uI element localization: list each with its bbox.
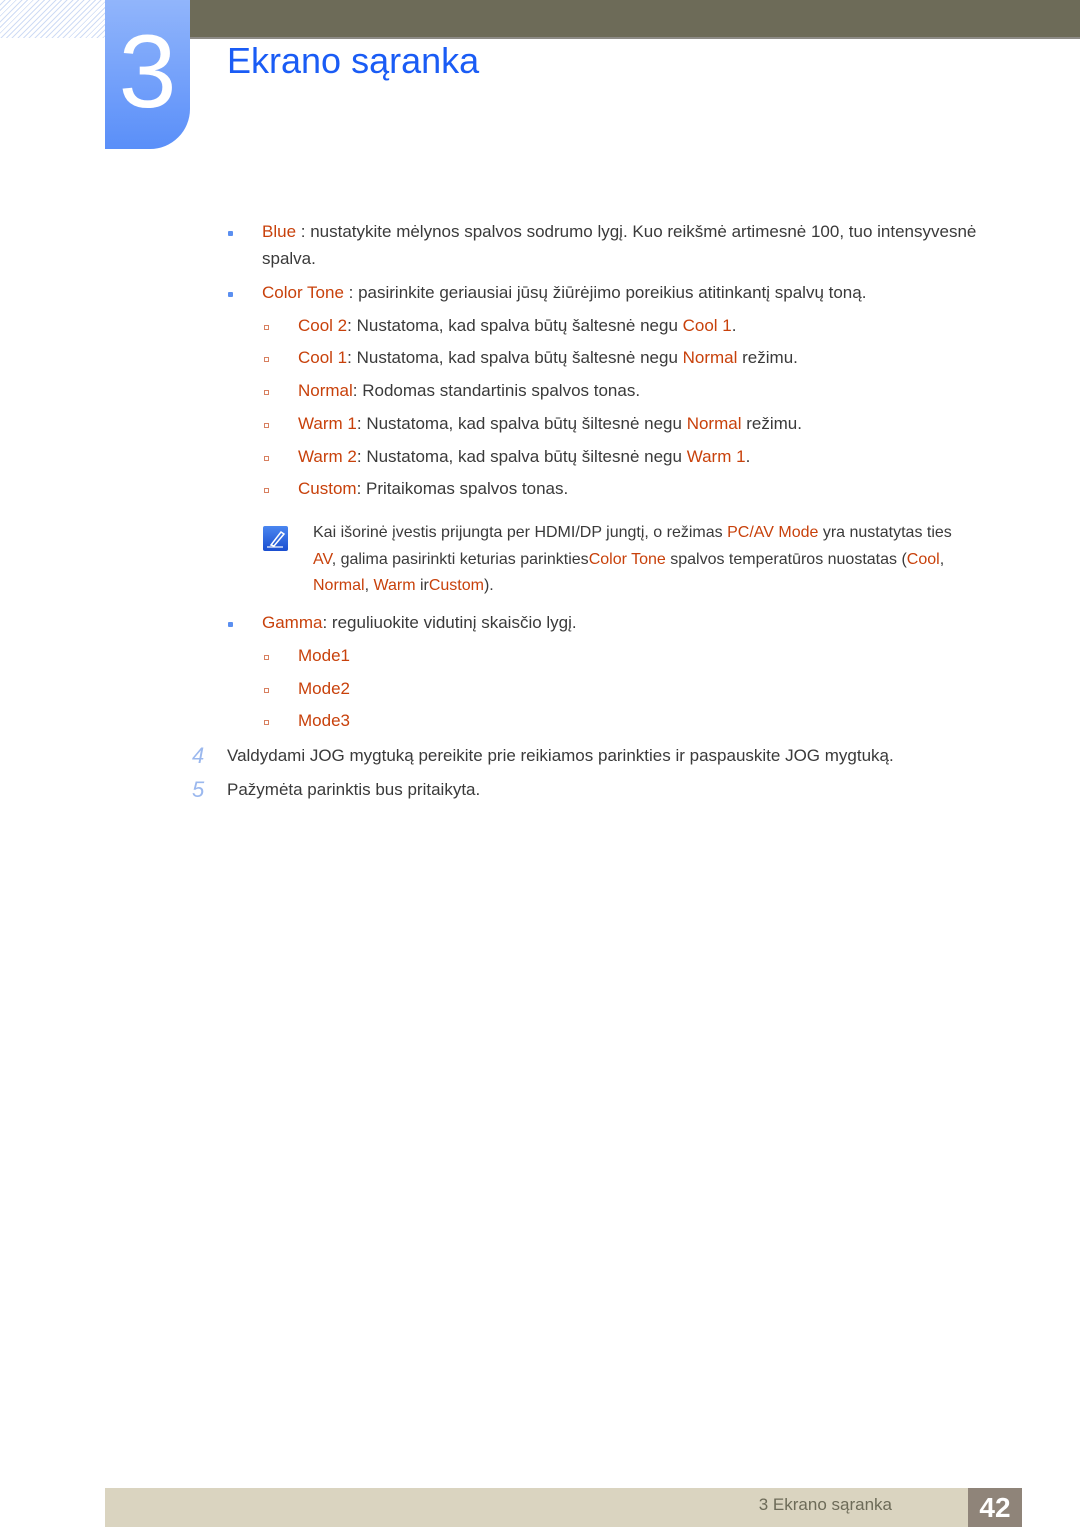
text-segment: ). xyxy=(483,577,494,594)
text-line: Cool 1: Nustatoma, kad spalva būtų šalte… xyxy=(298,348,798,368)
text-segment: : Nustatoma, kad spalva būtų šiltesnė ne… xyxy=(356,414,687,433)
page-title: Ekrano sąranka xyxy=(227,40,480,81)
highlight-term: Color Tone xyxy=(588,551,666,568)
highlight-term: Normal xyxy=(682,348,738,367)
highlight-term: Warm xyxy=(373,577,416,594)
text-segment: spalva. xyxy=(262,249,316,268)
highlight-term: Mode1 xyxy=(298,646,350,665)
highlight-term: Color Tone xyxy=(262,283,344,302)
square-bullet-icon xyxy=(264,357,269,362)
highlight-term: PC/AV Mode xyxy=(727,524,819,541)
text-segment: . xyxy=(745,447,751,466)
highlight-term: Normal xyxy=(313,577,365,594)
square-bullet-icon xyxy=(264,390,269,395)
highlight-term: Blue xyxy=(262,222,297,241)
text-line: Custom: Pritaikomas spalvos tonas. xyxy=(298,479,568,499)
square-bullet-icon xyxy=(264,655,269,660)
text-line: Normal, Warm irCustom). xyxy=(313,577,494,595)
highlight-term: Cool 2 xyxy=(298,316,348,335)
highlight-term: Cool xyxy=(906,551,940,568)
square-bullet-icon xyxy=(264,488,269,493)
text-line: Warm 2: Nustatoma, kad spalva būtų šilte… xyxy=(298,447,750,467)
highlight-term: Cool 1 xyxy=(298,348,348,367)
bullet-icon xyxy=(228,231,233,236)
square-bullet-icon xyxy=(264,688,269,693)
text-segment: : Nustatoma, kad spalva būtų šaltesnė ne… xyxy=(347,348,683,367)
text-line: AV, galima pasirinkti keturias parinktie… xyxy=(313,551,944,569)
highlight-term: Mode2 xyxy=(298,679,350,698)
highlight-term: Custom xyxy=(298,479,357,498)
highlight-term: Warm 1 xyxy=(298,414,357,433)
highlight-term: Gamma xyxy=(262,613,323,632)
text-segment: , xyxy=(939,551,945,568)
text-segment: : Nustatoma, kad spalva būtų šaltesnė ne… xyxy=(347,316,683,335)
text-segment: : Nustatoma, kad spalva būtų šiltesnė ne… xyxy=(356,447,687,466)
highlight-term: AV xyxy=(313,551,332,568)
chapter-number-tab: 3 xyxy=(105,0,190,149)
text-segment: ir xyxy=(415,577,429,594)
highlight-term: Mode3 xyxy=(298,711,350,730)
text-segment: Kai išorinė įvestis prijungta per HDMI/D… xyxy=(313,524,728,541)
footer: 3 Ekrano sąranka 42 xyxy=(105,1488,1022,1527)
text-segment: yra nustatytas ties xyxy=(818,524,952,541)
square-bullet-icon xyxy=(264,720,269,725)
text-segment: : nustatykite mėlynos spalvos sodrumo ly… xyxy=(296,222,977,241)
text-segment: : pasirinkite geriausiai jūsų žiūrėjimo … xyxy=(343,283,867,302)
text-line: Warm 1: Nustatoma, kad spalva būtų šilte… xyxy=(298,414,802,434)
text-line: Mode1 xyxy=(298,646,350,666)
text-line: Gamma: reguliuokite vidutinį skaisčio ly… xyxy=(262,613,577,633)
highlight-term: Custom xyxy=(428,577,484,594)
highlight-term: Warm 1 xyxy=(686,447,746,466)
highlight-term: Warm 2 xyxy=(298,447,357,466)
note-icon xyxy=(263,526,288,551)
header-hatch xyxy=(0,0,105,38)
square-bullet-icon xyxy=(264,423,269,428)
square-bullet-icon xyxy=(264,456,269,461)
page-number: 42 xyxy=(968,1488,1022,1527)
bullet-icon xyxy=(228,622,233,627)
text-segment: : Rodomas standartinis spalvos tonas. xyxy=(352,381,641,400)
text-segment: režimu. xyxy=(741,414,802,433)
text-line: Blue : nustatykite mėlynos spalvos sodru… xyxy=(262,222,976,242)
highlight-term: Cool 1 xyxy=(682,316,732,335)
text-line: Kai išorinė įvestis prijungta per HDMI/D… xyxy=(313,524,952,542)
text-segment: , galima pasirinkti keturias parinkties xyxy=(331,551,589,568)
text-line: spalva. xyxy=(262,249,316,269)
highlight-term: Normal xyxy=(686,414,742,433)
text-segment: : reguliuokite vidutinį skaisčio lygį. xyxy=(322,613,577,632)
step-number: 4 xyxy=(192,743,205,768)
bullet-icon xyxy=(228,292,233,297)
text-line: Cool 2: Nustatoma, kad spalva būtų šalte… xyxy=(298,316,737,336)
text-segment: spalvos temperatūros nuostatas ( xyxy=(665,551,907,568)
step-text: Valdydami JOG mygtuką pereikite prie rei… xyxy=(227,746,894,765)
text-line: Mode3 xyxy=(298,711,350,731)
text-segment: režimu. xyxy=(737,348,798,367)
text-segment: : Pritaikomas spalvos tonas. xyxy=(356,479,569,498)
text-line: Mode2 xyxy=(298,679,350,699)
text-line: Color Tone : pasirinkite geriausiai jūsų… xyxy=(262,283,866,303)
step-text: Pažymėta parinktis bus pritaikyta. xyxy=(227,780,481,799)
square-bullet-icon xyxy=(264,325,269,330)
text-line: Normal: Rodomas standartinis spalvos ton… xyxy=(298,381,640,401)
header-bar xyxy=(190,0,1080,39)
step-number: 5 xyxy=(192,777,205,802)
footer-chapter: 3 Ekrano sąranka xyxy=(758,1495,892,1514)
highlight-term: Normal xyxy=(298,381,353,400)
text-segment: . xyxy=(731,316,737,335)
